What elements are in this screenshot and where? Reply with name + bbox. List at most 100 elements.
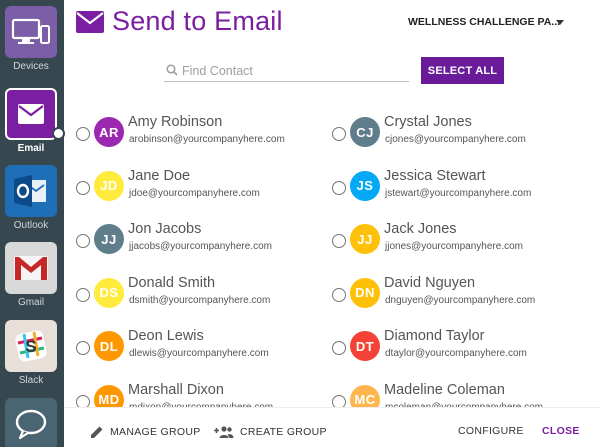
contact-radio[interactable] xyxy=(332,234,346,248)
chevron-down-icon[interactable] xyxy=(556,20,564,25)
avatar: DL xyxy=(94,331,124,361)
contact-item[interactable]: DT Diamond Taylor dtaylor@yourcompanyhere.… xyxy=(332,328,582,368)
contact-name: Madeline Coleman xyxy=(384,381,505,398)
challenge-dropdown[interactable]: WELLNESS CHALLENGE PA... xyxy=(408,16,560,28)
outlook-tile xyxy=(5,165,57,217)
contact-name: Amy Robinson xyxy=(128,114,223,130)
contact-name: Jane Doe xyxy=(128,167,191,184)
sidebar-item-email[interactable]: Email xyxy=(5,88,65,155)
footer-toolbar: MANAGE GROUP CREATE GROUP CONFIGURE CLOS… xyxy=(64,407,600,447)
avatar: DS xyxy=(94,277,124,308)
contact-item[interactable]: JJ Jon Jacobs jjacobs@yourcompanyhere.com xyxy=(76,221,326,261)
contact-item[interactable]: AR Amy Robinson arobinson@yourcompanyhere.… xyxy=(76,114,326,154)
email-icon xyxy=(76,11,104,33)
outlook-icon xyxy=(14,175,46,207)
add-group-icon xyxy=(214,426,234,438)
chat-tile xyxy=(5,398,57,447)
avatar: MC xyxy=(350,384,380,407)
avatar: JD xyxy=(94,170,124,201)
contact-name: Jessica Stewart xyxy=(384,167,486,184)
contact-email: dlewis@yourcompanyhere.com xyxy=(129,348,269,359)
contact-radio[interactable] xyxy=(332,287,346,302)
slack-tile: S xyxy=(5,320,57,372)
contact-radio[interactable] xyxy=(76,234,90,248)
contact-name: Jon Jacobs xyxy=(128,221,202,237)
contact-radio[interactable] xyxy=(76,180,90,195)
configure-button[interactable]: CONFIGURE xyxy=(458,425,524,437)
contact-radio[interactable] xyxy=(332,180,346,195)
sidebar-item-outlook[interactable]: Outlook xyxy=(5,165,57,232)
contact-item[interactable]: JJ Jack Jones jjones@yourcompanyhere.com xyxy=(332,221,582,261)
manage-group-button[interactable]: MANAGE GROUP xyxy=(90,425,201,439)
contact-email: arobinson@yourcompanyhere.com xyxy=(129,134,285,145)
contact-item[interactable]: JS Jessica Stewart jstewart@yourcompanyher… xyxy=(332,168,582,208)
sidebar-item-label: Outlook xyxy=(13,220,49,231)
contact-radio[interactable] xyxy=(76,287,90,302)
create-group-label: CREATE GROUP xyxy=(240,426,327,438)
contact-item[interactable]: DL Deon Lewis dlewis@yourcompanyhere.com xyxy=(76,328,326,368)
contact-name: David Nguyen xyxy=(384,274,476,291)
avatar: MD xyxy=(94,384,124,407)
contact-item[interactable]: CJ Crystal Jones cjones@yourcompanyhere.co… xyxy=(332,114,582,154)
contact-email: cjones@yourcompanyhere.com xyxy=(385,134,526,145)
contact-radio[interactable] xyxy=(332,341,346,355)
contact-email: dtaylor@yourcompanyhere.com xyxy=(385,348,527,359)
select-all-button[interactable]: SELECT ALL xyxy=(421,57,504,84)
avatar: JJ xyxy=(350,224,380,254)
slack-icon: S xyxy=(15,330,47,362)
sidebar-item-chat[interactable] xyxy=(5,398,57,447)
devices-icon xyxy=(11,18,50,44)
avatar: JJ xyxy=(94,224,124,254)
sidebar: Devices Email Outlook Gmail S Slack xyxy=(0,0,65,447)
search-input[interactable] xyxy=(182,62,402,80)
contact-name: Crystal Jones xyxy=(384,114,472,130)
create-group-button[interactable]: CREATE GROUP xyxy=(214,425,327,439)
contact-radio[interactable] xyxy=(332,394,346,407)
avatar: JS xyxy=(350,170,380,201)
contact-list[interactable]: AR Amy Robinson arobinson@yourcompanyhere.… xyxy=(64,104,600,407)
contact-email: jjones@yourcompanyhere.com xyxy=(385,241,523,252)
sidebar-item-gmail[interactable]: Gmail xyxy=(5,242,57,309)
avatar: DN xyxy=(350,277,380,308)
pencil-icon xyxy=(91,426,103,438)
email-tile xyxy=(5,88,57,140)
chat-icon xyxy=(15,409,47,440)
sidebar-item-label: Slack xyxy=(18,375,44,386)
contact-email: jdoe@yourcompanyhere.com xyxy=(129,187,260,199)
gmail-icon xyxy=(14,256,48,280)
sidebar-item-slack[interactable]: S Slack xyxy=(5,320,57,387)
contact-name: Diamond Taylor xyxy=(384,328,485,344)
email-icon xyxy=(18,104,44,124)
sidebar-item-label: Gmail xyxy=(17,297,45,308)
contact-item[interactable]: DN David Nguyen dnguyen@yourcompanyhere.co… xyxy=(332,275,582,315)
manage-group-label: MANAGE GROUP xyxy=(110,426,201,438)
contact-item[interactable]: DS Donald Smith dsmith@yourcompanyhere.com xyxy=(76,275,326,315)
contact-radio[interactable] xyxy=(76,341,90,355)
contact-radio[interactable] xyxy=(76,394,90,407)
svg-text:S: S xyxy=(25,337,36,356)
contact-email: jstewart@yourcompanyhere.com xyxy=(385,187,532,199)
devices-tile xyxy=(5,6,57,58)
avatar: AR xyxy=(94,117,124,147)
contact-email: jjacobs@yourcompanyhere.com xyxy=(129,241,272,252)
contact-name: Deon Lewis xyxy=(128,328,204,344)
contact-email: dnguyen@yourcompanyhere.com xyxy=(385,294,536,306)
sidebar-item-devices[interactable]: Devices xyxy=(5,6,57,73)
contact-name: Marshall Dixon xyxy=(128,381,224,398)
contact-item[interactable]: JD Jane Doe jdoe@yourcompanyhere.com xyxy=(76,168,326,208)
contact-radio[interactable] xyxy=(76,127,90,141)
contact-item[interactable]: MC Madeline Coleman mcoleman@yourcompanyhe… xyxy=(332,381,582,407)
avatar: CJ xyxy=(350,117,380,147)
sidebar-item-label: Email xyxy=(17,143,45,154)
contact-item[interactable]: MD Marshall Dixon mdixon@yourcompanyhere.c… xyxy=(76,381,326,407)
contact-radio[interactable] xyxy=(332,127,346,141)
contact-name: Jack Jones xyxy=(384,221,457,237)
sidebar-item-label: Devices xyxy=(13,61,49,72)
search-icon xyxy=(166,64,178,76)
avatar: DT xyxy=(350,331,380,361)
contact-name: Donald Smith xyxy=(128,274,216,291)
page-title: Send to Email xyxy=(112,6,283,36)
search-bar xyxy=(164,60,409,82)
gmail-tile xyxy=(5,242,57,294)
close-button[interactable]: CLOSE xyxy=(542,425,580,437)
